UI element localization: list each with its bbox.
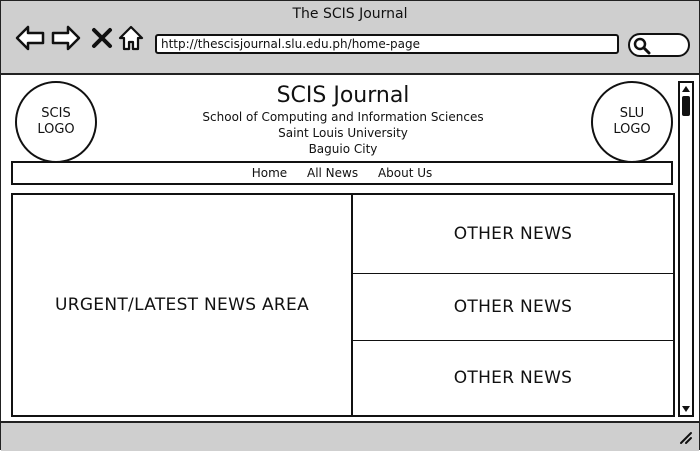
nav-about-us[interactable]: About Us bbox=[378, 166, 432, 180]
scrollbar-thumb[interactable] bbox=[682, 96, 690, 116]
main-nav: Home All News About Us bbox=[11, 161, 673, 185]
slu-logo-line2: LOGO bbox=[613, 122, 651, 137]
address-bar[interactable]: http://thescisjournal.slu.edu.ph/home-pa… bbox=[155, 34, 619, 54]
scroll-up-icon[interactable] bbox=[680, 84, 692, 94]
status-bar bbox=[1, 421, 699, 451]
other-news-3[interactable]: OTHER NEWS bbox=[353, 341, 673, 415]
other-news-2[interactable]: OTHER NEWS bbox=[353, 274, 673, 341]
news-grid: URGENT/LATEST NEWS AREA OTHER NEWS OTHER… bbox=[11, 193, 675, 417]
city-name: Baguio City bbox=[308, 142, 378, 156]
home-icon[interactable] bbox=[117, 23, 147, 53]
school-name: School of Computing and Information Scie… bbox=[202, 110, 484, 124]
resize-grip-icon[interactable] bbox=[677, 429, 693, 445]
vertical-scrollbar[interactable] bbox=[678, 81, 694, 417]
other-news-1[interactable]: OTHER NEWS bbox=[353, 195, 673, 274]
university-name: Saint Louis University bbox=[278, 126, 408, 140]
close-icon[interactable] bbox=[89, 23, 119, 53]
forward-arrow-icon[interactable] bbox=[51, 23, 81, 53]
slu-logo-line1: SLU bbox=[619, 106, 645, 121]
scroll-down-icon[interactable] bbox=[680, 404, 692, 414]
window-title: The SCIS Journal bbox=[292, 6, 408, 22]
search-icon bbox=[633, 37, 651, 55]
browser-window: The SCIS Journal http://thescisjournal.s… bbox=[0, 0, 700, 451]
nav-all-news[interactable]: All News bbox=[307, 166, 358, 180]
site-title: SCIS Journal bbox=[276, 83, 410, 108]
back-arrow-icon[interactable] bbox=[15, 23, 45, 53]
search-box[interactable] bbox=[628, 33, 690, 57]
slu-logo: SLU LOGO bbox=[591, 81, 673, 163]
browser-titlebar: The SCIS Journal http://thescisjournal.s… bbox=[1, 1, 699, 75]
urgent-news-area[interactable]: URGENT/LATEST NEWS AREA bbox=[13, 195, 353, 415]
page-content: SCIS LOGO SCIS Journal School of Computi… bbox=[1, 75, 677, 421]
nav-home[interactable]: Home bbox=[252, 166, 287, 180]
